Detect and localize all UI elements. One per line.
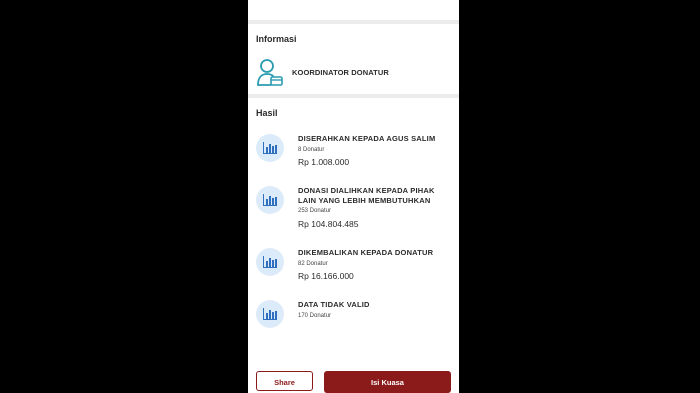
result-amount: Rp 16.166.000 [298,271,354,281]
result-count: 253 Donatur [298,208,332,214]
result-title: DISERAHKAN KEPADA AGUS SALIM [298,134,436,143]
hasil-heading: Hasil [256,108,278,118]
result-count: 170 Donatur [298,313,332,319]
bar-chart-icon [256,134,284,162]
result-title: DATA TIDAK VALID [298,300,370,309]
result-item: DISERAHKAN KEPADA AGUS SALIM 8 Donatur R… [256,134,456,170]
bar-chart-icon [256,186,284,214]
mobile-screen: Informasi KOORDINATOR DONATUR Hasil DISE… [248,0,459,393]
share-button[interactable]: Share [256,371,313,391]
coordinator-label: KOORDINATOR DONATUR [292,68,389,77]
middle-divider [248,94,459,98]
bar-chart-icon [256,248,284,276]
result-amount: Rp 1.008.000 [298,157,350,167]
bar-chart-icon [256,300,284,328]
result-title: DIKEMBALIKAN KEPADA DONATUR [298,248,434,257]
top-divider [248,20,459,24]
result-item: DATA TIDAK VALID 170 Donatur [256,300,456,328]
result-count: 8 Donatur [298,147,325,153]
result-amount: Rp 104.804.485 [298,219,359,229]
isi-kuasa-button[interactable]: Isi Kuasa [324,371,451,393]
person-card-icon [256,58,284,88]
result-title: DONASI DIALIHKAN KEPADA PIHAK LAIN YANG … [298,186,435,205]
result-item: DONASI DIALIHKAN KEPADA PIHAK LAIN YANG … [256,186,456,232]
result-item: DIKEMBALIKAN KEPADA DONATUR 82 Donatur R… [256,248,456,284]
coordinator-row: KOORDINATOR DONATUR [256,58,451,88]
result-count: 82 Donatur [298,261,328,267]
informasi-heading: Informasi [256,34,297,44]
